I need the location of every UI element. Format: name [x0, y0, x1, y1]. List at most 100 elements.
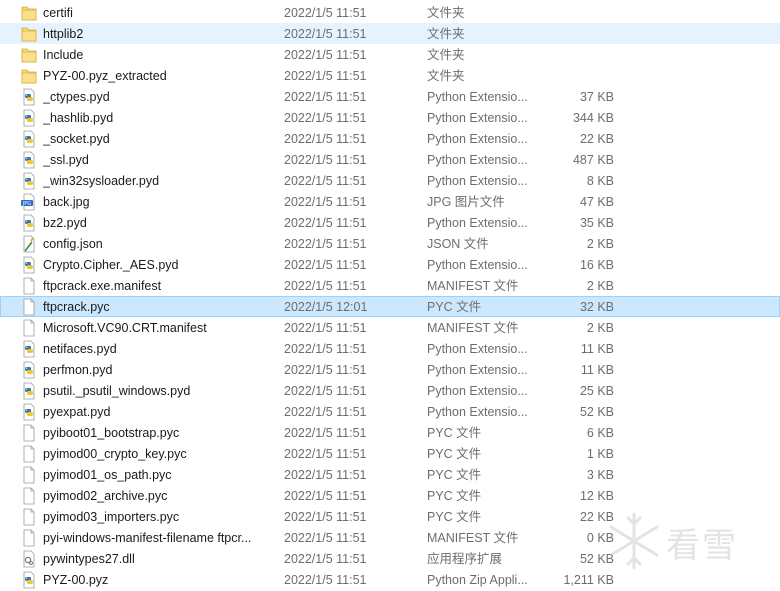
file-row[interactable]: pyexpat.pyd 2022/1/5 11:51 Python Extensio… — [0, 401, 780, 422]
file-size: 37 KB — [579, 90, 614, 104]
file-size: 3 KB — [586, 468, 614, 482]
file-name: netifaces.pyd — [43, 342, 117, 356]
file-size: 2 KB — [586, 237, 614, 251]
file-name: ftpcrack.exe.manifest — [43, 279, 162, 293]
python-file-icon — [21, 150, 39, 170]
file-name: pyimod03_importers.pyc — [43, 510, 180, 524]
python-file-icon — [21, 402, 39, 422]
file-row[interactable]: perfmon.pyd 2022/1/5 11:51 Python Extensio… — [0, 359, 780, 380]
blank-file-icon — [21, 276, 39, 296]
file-name: pyiboot01_bootstrap.pyc — [43, 426, 180, 440]
blank-file-icon — [21, 486, 39, 506]
blank-file-icon — [21, 318, 39, 338]
jpg-file-icon: JPG — [21, 192, 39, 212]
file-type: Python Extensio... — [427, 342, 528, 356]
blank-file-icon — [21, 297, 39, 317]
file-name: _ctypes.pyd — [43, 90, 110, 104]
json-file-icon — [21, 234, 39, 254]
file-row[interactable]: _ctypes.pyd 2022/1/5 11:51 Python Extensio… — [0, 86, 780, 107]
file-type: Python Extensio... — [427, 216, 528, 230]
file-row[interactable]: pyimod02_archive.pyc 2022/1/5 11:51 PYC 文件… — [0, 485, 780, 506]
python-file-icon — [21, 381, 39, 401]
file-date: 2022/1/5 11:51 — [284, 111, 367, 125]
file-type: Python Extensio... — [427, 384, 528, 398]
file-size: 47 KB — [579, 195, 614, 209]
file-row[interactable]: _ssl.pyd 2022/1/5 11:51 Python Extensio...… — [0, 149, 780, 170]
file-row[interactable]: Include 2022/1/5 11:51 文件夹 — [0, 44, 780, 65]
file-size: 8 KB — [586, 174, 614, 188]
file-type: PYC 文件 — [427, 300, 482, 314]
file-name: httplib2 — [43, 27, 84, 41]
file-name: bz2.pyd — [43, 216, 87, 230]
file-type: 应用程序扩展 — [427, 552, 503, 566]
file-row[interactable]: bz2.pyd 2022/1/5 11:51 Python Extensio... 3… — [0, 212, 780, 233]
snowflake-icon — [609, 512, 659, 570]
watermark-text: 看雪 — [666, 526, 738, 566]
file-row[interactable]: JPG back.jpg 2022/1/5 11:51 JPG 图片文件 47 KB — [0, 191, 780, 212]
file-size: 344 KB — [572, 111, 614, 125]
file-row[interactable]: PYZ-00.pyz_extracted 2022/1/5 11:51 文件夹 — [0, 65, 780, 86]
file-type: Python Extensio... — [427, 174, 528, 188]
file-type: MANIFEST 文件 — [427, 279, 519, 293]
file-row[interactable]: _win32sysloader.pyd 2022/1/5 11:51 Python … — [0, 170, 780, 191]
file-row[interactable]: certifi 2022/1/5 11:51 文件夹 — [0, 2, 780, 23]
python-file-icon — [21, 108, 39, 128]
file-date: 2022/1/5 11:51 — [284, 384, 367, 398]
file-date: 2022/1/5 11:51 — [284, 195, 367, 209]
file-date: 2022/1/5 11:51 — [284, 489, 367, 503]
file-size: 25 KB — [579, 384, 614, 398]
file-type: PYC 文件 — [427, 426, 482, 440]
file-row[interactable]: pyimod00_crypto_key.pyc 2022/1/5 11:51 PYC… — [0, 443, 780, 464]
file-type: PYC 文件 — [427, 489, 482, 503]
file-row[interactable]: pyiboot01_bootstrap.pyc 2022/1/5 11:51 PYC… — [0, 422, 780, 443]
file-type: Python Extensio... — [427, 90, 528, 104]
blank-file-icon — [21, 465, 39, 485]
file-size: 11 KB — [580, 342, 614, 356]
file-type: Python Extensio... — [427, 405, 528, 419]
file-date: 2022/1/5 11:51 — [284, 69, 367, 83]
file-type: Python Extensio... — [427, 258, 528, 272]
file-name: ftpcrack.pyc — [43, 300, 110, 314]
file-size: 52 KB — [579, 552, 614, 566]
file-size: 11 KB — [580, 363, 614, 377]
python-file-icon — [21, 255, 39, 275]
svg-text:JPG: JPG — [22, 201, 31, 207]
file-row[interactable]: _hashlib.pyd 2022/1/5 11:51 Python Extensi… — [0, 107, 780, 128]
file-date: 2022/1/5 11:51 — [284, 153, 367, 167]
file-date: 2022/1/5 11:51 — [284, 27, 367, 41]
file-date: 2022/1/5 11:51 — [284, 342, 367, 356]
watermark: 看雪 — [606, 506, 780, 582]
file-name: pywintypes27.dll — [43, 552, 135, 566]
file-row[interactable]: pyimod01_os_path.pyc 2022/1/5 11:51 PYC 文件… — [0, 464, 780, 485]
file-date: 2022/1/5 12:01 — [284, 300, 368, 314]
file-date: 2022/1/5 11:51 — [284, 174, 367, 188]
blank-file-icon — [21, 528, 39, 548]
file-row[interactable]: psutil._psutil_windows.pyd 2022/1/5 11:51… — [0, 380, 780, 401]
python-file-icon — [21, 570, 39, 590]
file-row[interactable]: Microsoft.VC90.CRT.manifest 2022/1/5 11:5… — [0, 317, 780, 338]
file-date: 2022/1/5 11:51 — [284, 279, 367, 293]
file-size: 2 KB — [586, 321, 614, 335]
file-date: 2022/1/5 11:51 — [284, 363, 367, 377]
file-type: 文件夹 — [427, 48, 465, 62]
file-date: 2022/1/5 11:51 — [284, 6, 367, 20]
file-date: 2022/1/5 11:51 — [284, 510, 367, 524]
file-row[interactable]: _socket.pyd 2022/1/5 11:51 Python Extensio… — [0, 128, 780, 149]
file-row[interactable]: config.json 2022/1/5 11:51 JSON 文件 2 KB — [0, 233, 780, 254]
file-name: _win32sysloader.pyd — [43, 174, 160, 188]
file-name: PYZ-00.pyz — [43, 573, 109, 587]
file-date: 2022/1/5 11:51 — [284, 258, 367, 272]
python-file-icon — [21, 339, 39, 359]
folder-icon — [21, 24, 39, 44]
file-row[interactable]: netifaces.pyd 2022/1/5 11:51 Python Extens… — [0, 338, 780, 359]
file-type: PYC 文件 — [427, 510, 482, 524]
file-row[interactable]: ftpcrack.exe.manifest 2022/1/5 11:51 MANIF… — [0, 275, 780, 296]
python-file-icon — [21, 87, 39, 107]
file-row[interactable]: Crypto.Cipher._AES.pyd 2022/1/5 11:51 Pyth… — [0, 254, 780, 275]
file-type: Python Extensio... — [427, 111, 528, 125]
file-name: pyexpat.pyd — [43, 405, 111, 419]
file-type: 文件夹 — [427, 6, 465, 20]
file-list: certifi 2022/1/5 11:51 文件夹 httplib2 2022/1/5… — [0, 2, 780, 590]
file-row[interactable]: ftpcrack.pyc 2022/1/5 12:01 PYC 文件 32 KB — [0, 296, 780, 317]
file-row[interactable]: httplib2 2022/1/5 11:51 文件夹 — [0, 23, 780, 44]
